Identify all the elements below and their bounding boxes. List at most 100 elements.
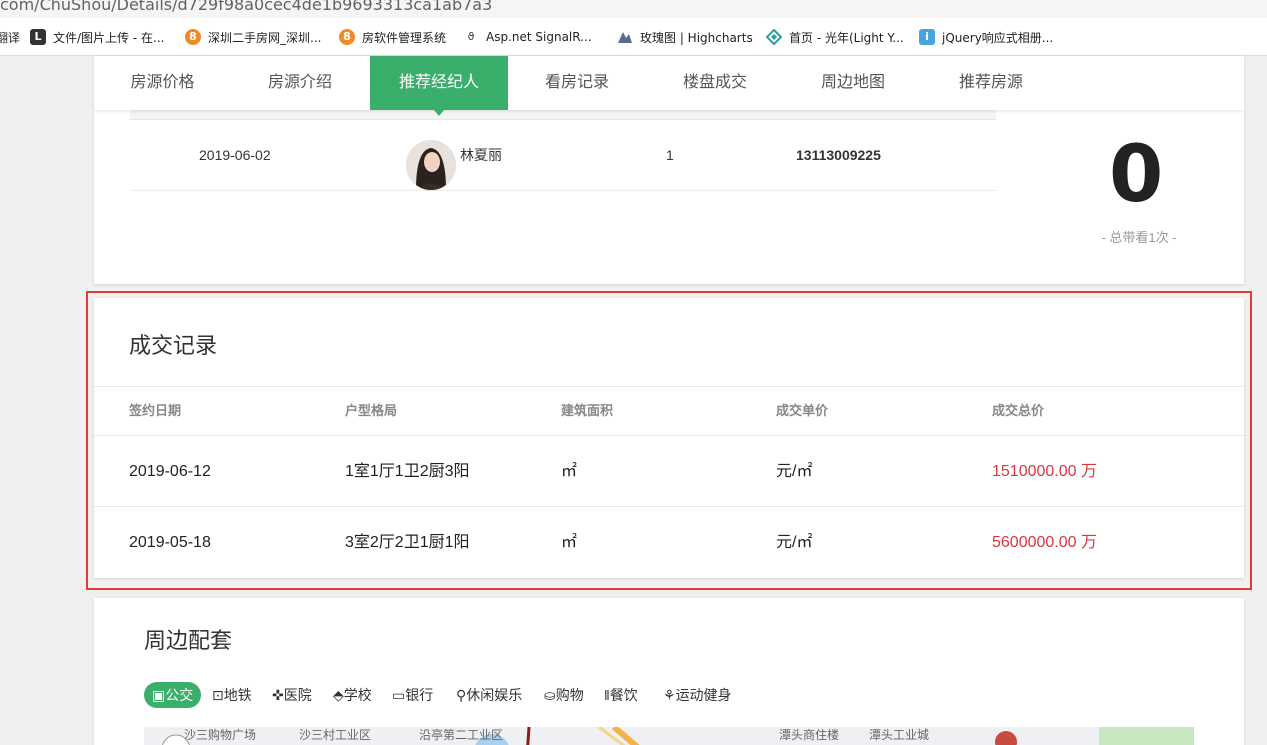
category-shopping[interactable]: ⛀购物 bbox=[544, 682, 584, 708]
bookmark-label: 首页 - 光年(Light Y... bbox=[789, 30, 904, 45]
house-icon: 8 bbox=[185, 29, 201, 45]
table-row: 2019-05-18 3室2厅2卫1厨1阳 ㎡ 元/㎡ 5600000.00 万 bbox=[94, 507, 1244, 578]
category-label: 银行 bbox=[405, 687, 434, 703]
deal-area: ㎡ bbox=[561, 463, 578, 480]
school-icon: ⬘ bbox=[333, 687, 344, 703]
column-header: 建筑面积 bbox=[561, 403, 614, 418]
bank-icon: ▭ bbox=[392, 687, 406, 703]
agent-name[interactable]: 林夏丽 bbox=[460, 120, 502, 191]
tab-label: 推荐经纪人 bbox=[398, 74, 479, 91]
deal-date: 2019-06-12 bbox=[129, 463, 211, 480]
bookmark-label: 深圳二手房网_深圳... bbox=[208, 30, 322, 45]
table-header-strip bbox=[130, 110, 996, 120]
tab-agents[interactable]: 推荐经纪人 bbox=[370, 56, 508, 116]
avatar bbox=[406, 140, 456, 190]
deal-layout: 3室2厅2卫1厨1阳 bbox=[345, 534, 470, 551]
table-row: 2019-06-02 林夏丽 1 13113009225 bbox=[130, 120, 996, 191]
bookmark-label: 玫瑰图 | Highcharts bbox=[640, 30, 753, 45]
bookmark-lightyear[interactable]: 首页 - 光年(Light Y... bbox=[765, 28, 904, 46]
map-label: 沿亭第二工业区 bbox=[419, 728, 504, 742]
house-icon: 8 bbox=[339, 29, 355, 45]
tab-price[interactable]: 房源价格 bbox=[94, 56, 231, 110]
section-title: 成交记录 bbox=[129, 333, 218, 358]
category-label: 运动健身 bbox=[675, 687, 732, 703]
bookmark-label: Asp.net SignalR... bbox=[486, 30, 592, 44]
leisure-icon: ⚲ bbox=[456, 687, 467, 703]
bus-icon: ▣ bbox=[152, 687, 166, 703]
fitness-icon: ⚘ bbox=[663, 687, 676, 703]
category-bus[interactable]: ▣公交 bbox=[144, 682, 202, 708]
tab-label: 房源介绍 bbox=[267, 74, 332, 91]
bookmark-jquery[interactable]: i jQuery响应式相册... bbox=[919, 28, 1053, 46]
category-fitness[interactable]: ⚘运动健身 bbox=[663, 682, 732, 708]
deal-unit-price: 元/㎡ bbox=[776, 463, 813, 480]
viewing-date: 2019-06-02 bbox=[199, 147, 271, 163]
tab-intro[interactable]: 房源介绍 bbox=[231, 56, 369, 110]
column-header: 户型格局 bbox=[345, 403, 398, 418]
tab-label: 周边地图 bbox=[820, 74, 885, 91]
deal-area: ㎡ bbox=[561, 534, 578, 551]
deal-total-price: 5600000.00 万 bbox=[992, 534, 1097, 551]
category-label: 医院 bbox=[283, 687, 312, 703]
column-header: 成交单价 bbox=[776, 403, 829, 418]
column-header: 成交总价 bbox=[992, 403, 1045, 418]
total-viewings-number: 0 bbox=[1109, 130, 1164, 220]
category-label: 购物 bbox=[555, 687, 584, 703]
map-label: 潭头工业城 bbox=[869, 728, 930, 742]
bookmark-translate[interactable]: 翻译 bbox=[0, 28, 20, 46]
tab-viewing-records[interactable]: 看房记录 bbox=[508, 56, 646, 110]
map-label: 沙三购物广场 bbox=[184, 728, 257, 742]
detail-tab-nav: 房源价格 房源介绍 推荐经纪人 看房记录 楼盘成交 周边地图 推荐房源 bbox=[94, 56, 1244, 116]
column-header: 签约日期 bbox=[129, 403, 182, 418]
category-label: 公交 bbox=[165, 687, 194, 703]
bookmark-upload[interactable]: L 文件/图片上传 - 在... bbox=[30, 28, 164, 46]
tab-label: 房源价格 bbox=[130, 74, 195, 91]
bookmark-house-1[interactable]: 8 深圳二手房网_深圳... bbox=[185, 28, 321, 46]
url-text[interactable]: com/ChuShou/Details/d729f98a0cec4de1b969… bbox=[0, 0, 492, 14]
tab-label: 看房记录 bbox=[544, 74, 609, 91]
bookmark-highcharts[interactable]: 玫瑰图 | Highcharts bbox=[617, 28, 753, 46]
diamond-icon bbox=[765, 28, 783, 46]
category-label: 学校 bbox=[343, 687, 372, 703]
bookmark-label: 房软件管理系统 bbox=[362, 30, 447, 45]
tab-recommended[interactable]: 推荐房源 bbox=[922, 56, 1060, 110]
deal-table-header: 签约日期 户型格局 建筑面积 成交单价 成交总价 bbox=[94, 386, 1244, 436]
hospital-icon: ✜ bbox=[272, 687, 284, 703]
bookmark-signalr[interactable]: ϑ Asp.net SignalR... bbox=[463, 28, 592, 46]
table-row: 2019-06-12 1室1厅1卫2厨3阳 ㎡ 元/㎡ 1510000.00 万 bbox=[94, 436, 1244, 507]
map-label: 潭头商住楼 bbox=[779, 728, 840, 742]
category-label: 地铁 bbox=[223, 687, 252, 703]
bookmark-label: 翻译 bbox=[0, 30, 21, 45]
category-leisure[interactable]: ⚲休闲娱乐 bbox=[456, 682, 522, 708]
bookmark-label: jQuery响应式相册... bbox=[942, 30, 1054, 45]
tab-deals[interactable]: 楼盘成交 bbox=[646, 56, 784, 110]
category-dining[interactable]: ‖餐饮 bbox=[604, 682, 638, 708]
address-bar[interactable]: com/ChuShou/Details/d729f98a0cec4de1b969… bbox=[0, 0, 1267, 18]
surroundings-map[interactable]: 沙三购物广场 沙三村工业区 沿亭第二工业区 潭头商住楼 潭头工业城 bbox=[144, 727, 1194, 745]
deal-unit-price: 元/㎡ bbox=[776, 534, 813, 551]
category-hospital[interactable]: ✜医院 bbox=[272, 682, 312, 708]
deal-layout: 1室1厅1卫2厨3阳 bbox=[345, 463, 470, 480]
tab-map[interactable]: 周边地图 bbox=[784, 56, 922, 110]
shopping-icon: ⛀ bbox=[544, 687, 556, 703]
viewing-records-panel: 2019-06-02 林夏丽 1 13113009225 0 - 总带看1次 - bbox=[94, 110, 1244, 284]
jquery-icon: i bbox=[919, 29, 935, 45]
category-label: 休闲娱乐 bbox=[466, 687, 523, 703]
bookmark-house-2[interactable]: 8 房软件管理系统 bbox=[339, 28, 446, 46]
surroundings-panel: 周边配套 ▣公交 ⊡地铁 ✜医院 ⬘学校 ▭银行 ⚲休闲娱乐 ⛀购物 ‖餐饮 ⚘… bbox=[94, 598, 1244, 745]
tab-label: 楼盘成交 bbox=[682, 74, 747, 91]
section-title: 周边配套 bbox=[144, 628, 233, 653]
bookmark-label: 文件/图片上传 - 在... bbox=[53, 30, 165, 45]
subway-icon: ⊡ bbox=[212, 687, 224, 703]
deal-date: 2019-05-18 bbox=[129, 534, 211, 551]
agent-phone: 13113009225 bbox=[796, 147, 881, 163]
active-caret bbox=[434, 110, 444, 116]
category-school[interactable]: ⬘学校 bbox=[333, 682, 372, 708]
map-label: 沙三村工业区 bbox=[299, 728, 372, 742]
deal-records-panel: 成交记录 签约日期 户型格局 建筑面积 成交单价 成交总价 2019-06-12… bbox=[94, 298, 1244, 578]
category-bank[interactable]: ▭银行 bbox=[392, 682, 433, 708]
tab-label: 推荐房源 bbox=[958, 74, 1023, 91]
signalr-icon: ϑ bbox=[467, 30, 475, 43]
deal-total-price: 1510000.00 万 bbox=[992, 463, 1097, 480]
category-subway[interactable]: ⊡地铁 bbox=[212, 682, 252, 708]
